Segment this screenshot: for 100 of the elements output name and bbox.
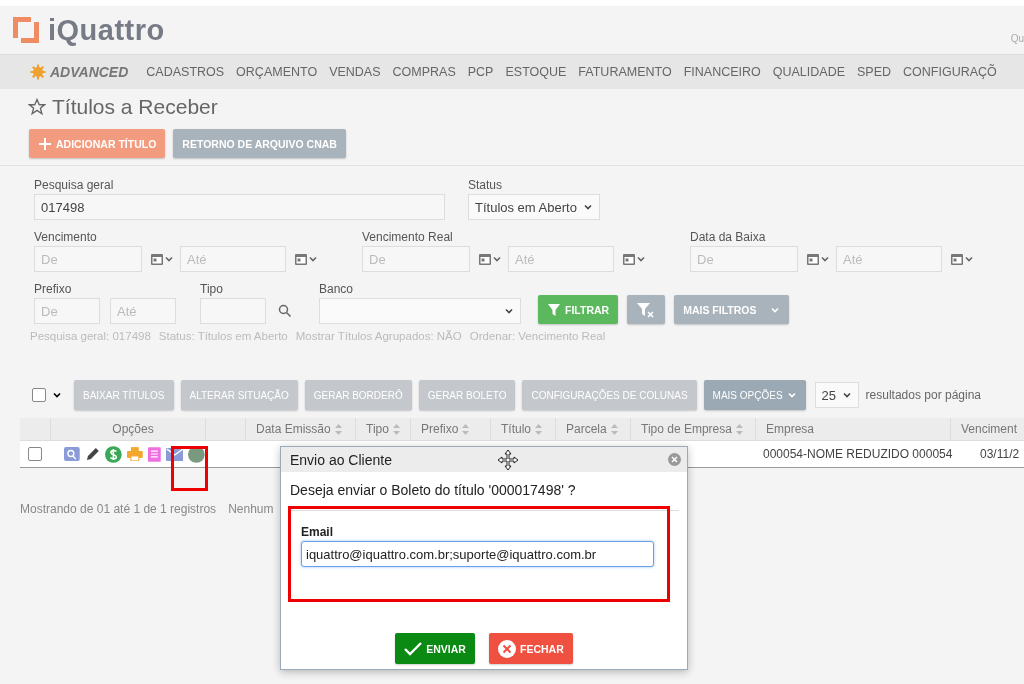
close-button[interactable]: FECHAR bbox=[488, 633, 573, 664]
caret-icon bbox=[308, 254, 318, 264]
dialog-header[interactable]: Envio ao Cliente bbox=[281, 447, 687, 472]
field-label: Data da Baixa bbox=[690, 230, 767, 244]
table-cell-text: 000054-NOME REDUZIDO 000054 bbox=[762, 447, 950, 461]
logo-icon bbox=[10, 14, 42, 46]
add-button[interactable]: ADICIONAR TÍTULO bbox=[29, 129, 166, 158]
more-filters-button[interactable]: MAIS FILTROS bbox=[674, 295, 790, 324]
select-all-checkbox[interactable] bbox=[32, 388, 46, 402]
email-label: Email bbox=[301, 525, 334, 539]
date-from-field[interactable]: De bbox=[690, 246, 798, 272]
field-label: Vencimento bbox=[34, 230, 98, 244]
field-label: Vencimento Real bbox=[362, 230, 454, 244]
filter-icon bbox=[547, 302, 561, 317]
search-icon[interactable] bbox=[278, 304, 292, 318]
nav-menu-item[interactable]: FINANCEIRO bbox=[683, 65, 761, 79]
date-to-field[interactable]: Até bbox=[836, 246, 942, 272]
calendar-icon bbox=[806, 252, 820, 266]
calendar-icon bbox=[294, 252, 308, 266]
page-size-select[interactable]: 25 bbox=[814, 382, 859, 408]
caret-icon bbox=[583, 202, 593, 212]
calendar-icon bbox=[622, 252, 636, 266]
view-icon[interactable] bbox=[64, 447, 80, 461]
status-select[interactable]: Títulos em Aberto bbox=[468, 194, 600, 220]
brand-label: ADVANCED bbox=[50, 64, 129, 80]
sort-icon bbox=[535, 423, 542, 435]
caret-icon bbox=[52, 390, 62, 400]
nav-menu-item[interactable]: PCP bbox=[467, 65, 494, 79]
column-header[interactable]: Data Emissão bbox=[245, 418, 355, 440]
caret-icon bbox=[841, 390, 852, 400]
nav-menu-item[interactable]: ORÇAMENTO bbox=[236, 65, 318, 79]
filter-summary-text: Ordenar: Vencimento Real bbox=[469, 330, 606, 342]
caret-icon bbox=[636, 254, 646, 264]
sort-icon bbox=[462, 423, 470, 435]
star-icon[interactable] bbox=[28, 98, 46, 116]
pagination-text: Mostrando de 01 até 1 de 1 registros bbox=[20, 502, 217, 516]
action-button[interactable]: RETORNO DE ARQUIVO CNAB bbox=[173, 129, 346, 158]
table-cell-text: 03/11/2 bbox=[979, 447, 1021, 461]
sort-icon bbox=[610, 423, 618, 435]
nav-menu-item[interactable]: CONFIGURAÇÕ bbox=[903, 65, 997, 79]
field-label: Banco bbox=[319, 282, 355, 296]
plus-icon bbox=[38, 136, 52, 151]
column-header[interactable]: Título bbox=[490, 418, 555, 440]
calendar-icon bbox=[478, 252, 492, 266]
dialog-title: Envio ao Cliente bbox=[290, 451, 392, 468]
printer-icon[interactable] bbox=[127, 447, 143, 461]
caret-icon bbox=[504, 306, 514, 316]
column-header[interactable]: Empresa bbox=[755, 418, 950, 440]
column-header[interactable]: Prefixo bbox=[410, 418, 490, 440]
document-icon[interactable] bbox=[147, 446, 161, 462]
field-label: Prefixo bbox=[34, 282, 73, 296]
nav-menu-item[interactable]: ESTOQUE bbox=[505, 65, 567, 79]
date-from-field[interactable]: De bbox=[362, 246, 470, 272]
prefix-to-field[interactable]: Até bbox=[110, 298, 176, 324]
search-field[interactable]: 017498 bbox=[34, 194, 445, 220]
date-from-field[interactable]: De bbox=[34, 246, 142, 272]
field-label: Pesquisa geral bbox=[34, 178, 115, 192]
calendar-icon bbox=[150, 252, 164, 266]
clear-filter-button[interactable] bbox=[627, 295, 666, 324]
dialog-message: Deseja enviar o Boleto do título '000017498' ? bbox=[289, 481, 577, 498]
nav-menu-item[interactable]: VENDAS bbox=[329, 65, 381, 79]
email-field[interactable]: iquattro@iquattro.com.br;suporte@iquattro.com.br bbox=[301, 541, 654, 567]
nav-menu-item[interactable]: FATURAMENTO bbox=[578, 65, 672, 79]
prefix-from-field[interactable]: De bbox=[34, 298, 100, 324]
page-title: Títulos a Receber bbox=[52, 95, 218, 119]
logo-text: iQuattro bbox=[48, 13, 165, 47]
pencil-icon[interactable] bbox=[84, 446, 101, 462]
footer-text: Nenhum bbox=[228, 502, 274, 516]
field-label: Status bbox=[468, 178, 504, 192]
column-header[interactable]: Parcela bbox=[555, 418, 630, 440]
caret-icon bbox=[492, 254, 502, 264]
page-size-label: resultados por página bbox=[865, 388, 981, 402]
sort-icon bbox=[334, 423, 342, 435]
sort-icon bbox=[392, 423, 400, 435]
filter-button[interactable]: FILTRAR bbox=[538, 295, 619, 324]
filter-summary-text: Mostrar Títulos Agrupados: NÃO bbox=[295, 330, 462, 342]
caret-icon bbox=[964, 254, 974, 264]
date-to-field[interactable]: Até bbox=[180, 246, 286, 272]
type-field[interactable] bbox=[200, 298, 266, 324]
caret-icon bbox=[786, 390, 797, 400]
more-options-button[interactable]: MAIS OPÇÕES bbox=[703, 380, 806, 410]
nav-menu-item[interactable]: SPED bbox=[857, 65, 892, 79]
column-header[interactable]: Opções bbox=[50, 418, 205, 440]
send-button[interactable]: ENVIAR bbox=[395, 633, 475, 664]
nav-menu-item[interactable]: CADASTROS bbox=[146, 65, 225, 79]
column-header[interactable]: Tipo de Empresa bbox=[630, 418, 755, 440]
date-to-field[interactable]: Até bbox=[508, 246, 614, 272]
calendar-icon bbox=[950, 252, 964, 266]
caret-icon bbox=[820, 254, 830, 264]
filter-clear-icon bbox=[636, 301, 657, 318]
row-checkbox[interactable] bbox=[28, 447, 42, 461]
field-label: Tipo bbox=[200, 282, 224, 296]
nav-menu-item[interactable]: QUALIDADE bbox=[772, 65, 845, 79]
filter-summary-text: Pesquisa geral: 017498 bbox=[30, 330, 151, 342]
caret-icon bbox=[164, 254, 174, 264]
column-header[interactable]: Venciment bbox=[950, 418, 1024, 440]
close-icon[interactable] bbox=[668, 453, 681, 466]
column-header[interactable]: Tipo bbox=[355, 418, 410, 440]
sort-icon bbox=[735, 423, 743, 435]
nav-menu-item[interactable]: COMPRAS bbox=[392, 65, 456, 79]
